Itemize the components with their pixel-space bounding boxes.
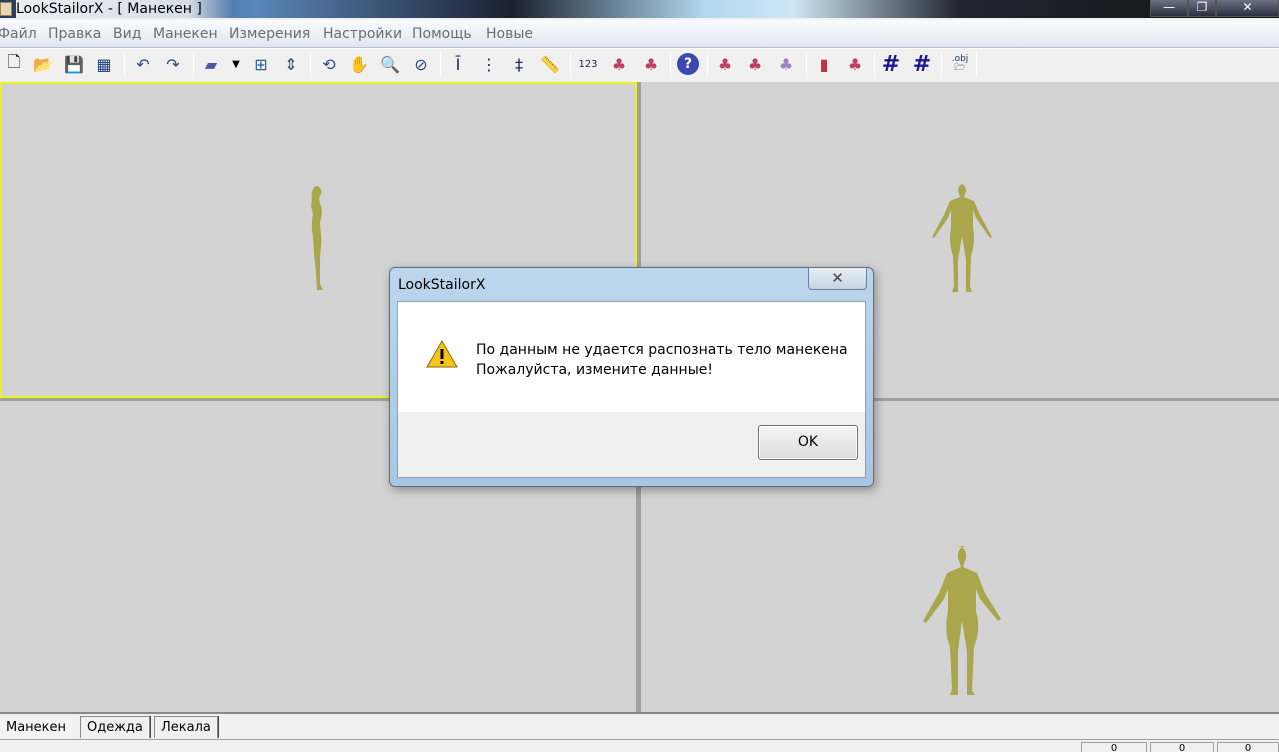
tab-patterns[interactable]: Лекала xyxy=(154,716,218,738)
tab-clothing[interactable]: Одежда xyxy=(80,716,150,738)
status-bar: 0 0 0 xyxy=(0,739,1279,752)
minimize-button[interactable]: — xyxy=(1150,0,1188,17)
measure-vertical-icon[interactable]: Ī xyxy=(447,53,469,75)
redo-icon[interactable]: ↷ xyxy=(162,53,184,75)
menu-mannequin[interactable]: Манекен xyxy=(153,26,218,42)
dialog-title: LookStailorX xyxy=(398,277,486,293)
ruler-icon[interactable]: 📏 xyxy=(539,53,561,75)
measure-split-icon[interactable]: ‡ xyxy=(508,53,530,75)
menu-bar: Файл Правка Вид Манекен Измерения Настро… xyxy=(0,20,1279,48)
fit-figure-icon[interactable]: ⇕ xyxy=(280,53,302,75)
status-panel-2: 0 xyxy=(1150,742,1214,752)
menu-view[interactable]: Вид xyxy=(113,26,141,42)
mannequin-perspective-figure xyxy=(923,546,1001,695)
dialog-body: По данным не удается распознать тело ман… xyxy=(397,301,866,478)
maximize-button[interactable]: ❐ xyxy=(1188,0,1216,17)
mannequin-front-icon[interactable]: ▮ xyxy=(813,53,835,75)
title-bar: LookStailorX - [ Манекен ] — ❐ ✕ xyxy=(0,0,1279,18)
zoom-icon[interactable]: 🔍 xyxy=(379,53,401,75)
dialog-close-button[interactable]: ✕ xyxy=(808,268,867,290)
mannequin-add-icon[interactable]: ♣ xyxy=(640,53,662,75)
pan-hand-icon[interactable]: ✋ xyxy=(348,53,370,75)
ok-button[interactable]: OK xyxy=(758,425,858,460)
dropdown-icon[interactable]: ▼ xyxy=(225,53,247,75)
status-panel-3: 0 xyxy=(1217,742,1279,752)
close-button[interactable]: ✕ xyxy=(1216,0,1279,17)
new-file-icon[interactable]: 🗋 xyxy=(3,52,25,75)
mannequin-girth-icon[interactable]: ♣ xyxy=(775,53,797,75)
grid-measure-icon[interactable]: # xyxy=(911,52,933,77)
mannequin-points-icon[interactable]: ♣ xyxy=(608,53,630,75)
undo-icon[interactable]: ↶ xyxy=(132,53,154,75)
open-obj-icon[interactable]: .obj 🗁 xyxy=(949,53,971,75)
zoom-extent-icon[interactable]: ⊘ xyxy=(410,53,432,75)
dimension-123-icon[interactable]: 123 xyxy=(577,53,599,75)
status-panel-1: 0 xyxy=(1081,742,1147,752)
menu-settings[interactable]: Настройки xyxy=(323,26,402,42)
measure-dotted-icon[interactable]: ⋮ xyxy=(478,53,500,75)
open-folder-icon[interactable]: 📂 xyxy=(32,53,54,75)
layout-icon[interactable]: ⊞ xyxy=(250,53,272,75)
mannequin-markers-icon[interactable]: ♣ xyxy=(844,53,866,75)
message-line-1: По данным не удается распознать тело ман… xyxy=(476,342,848,358)
menu-measurements[interactable]: Измерения xyxy=(229,26,310,42)
mannequin-back-figure xyxy=(932,184,992,292)
warning-icon xyxy=(426,340,458,368)
error-dialog: LookStailorX ✕ По данным не удается расп… xyxy=(389,267,874,487)
tab-bar: Манекен Одежда Лекала xyxy=(0,712,1279,741)
mannequin-side-figure xyxy=(311,186,323,290)
tab-mannequin[interactable]: Манекен xyxy=(0,717,73,741)
menu-new[interactable]: Новые xyxy=(486,26,533,42)
save-all-icon[interactable]: ▦ xyxy=(93,53,115,75)
window-title: LookStailorX - [ Манекен ] xyxy=(16,0,232,18)
mannequin-edit-icon[interactable]: ♣ xyxy=(744,53,766,75)
mannequin-height-icon[interactable]: ♣ xyxy=(714,53,736,75)
rotate-icon[interactable]: ⟲ xyxy=(318,53,340,75)
grid-icon[interactable]: # xyxy=(880,52,902,77)
menu-file[interactable]: Файл xyxy=(0,26,37,42)
help-icon[interactable]: ? xyxy=(677,53,699,75)
menu-help[interactable]: Помощь xyxy=(412,26,472,42)
menu-edit[interactable]: Правка xyxy=(48,26,101,42)
message-line-2: Пожалуйста, измените данные! xyxy=(476,362,713,378)
app-icon xyxy=(0,2,12,16)
toolbar: 🗋 📂 💾 ▦ ↶ ↷ ▰ ▼ ⊞ ⇕ ⟲ ✋ 🔍 ⊘ Ī ⋮ ‡ 📏 123 … xyxy=(0,48,1279,80)
view-model-icon[interactable]: ▰ xyxy=(200,53,222,75)
save-icon[interactable]: 💾 xyxy=(63,53,85,75)
dialog-message: По данным не удается распознать тело ман… xyxy=(476,340,848,380)
folder-icon: 🗁 xyxy=(954,63,966,73)
